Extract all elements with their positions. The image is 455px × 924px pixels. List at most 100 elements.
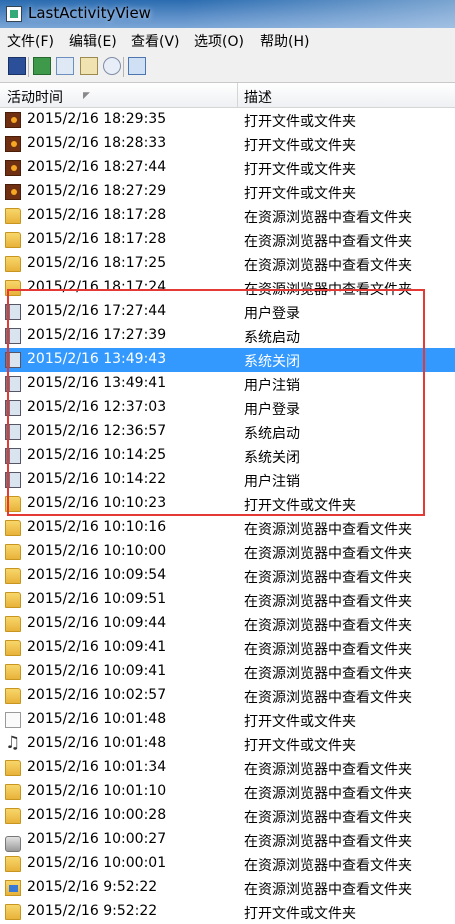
menu-file[interactable]: 文件(F): [7, 31, 54, 51]
activity-time: 2015/2/16 10:01:48: [27, 711, 167, 727]
menu-view[interactable]: 查看(V): [131, 31, 180, 51]
app-icon[interactable]: [6, 6, 22, 22]
activity-description: 在资源浏览器中查看文件夹: [244, 882, 412, 898]
activity-description: 打开文件或文件夹: [244, 162, 356, 178]
column-header-time-cell[interactable]: 活动时间 ◤: [0, 83, 238, 107]
system-event-icon: [5, 376, 21, 392]
table-row[interactable]: 2015/2/16 9:52:22 打开文件或文件夹: [0, 900, 455, 924]
menu-help[interactable]: 帮助(H): [260, 31, 309, 51]
system-event-icon: [5, 328, 21, 344]
activity-description: 在资源浏览器中查看文件夹: [244, 834, 412, 850]
activity-time: 2015/2/16 12:36:57: [27, 423, 167, 439]
table-row[interactable]: 2015/2/16 18:17:24 在资源浏览器中查看文件夹: [0, 276, 455, 300]
activity-time: 2015/2/16 10:14:25: [27, 447, 167, 463]
activity-description: 系统关闭: [244, 354, 300, 370]
save-icon[interactable]: [8, 57, 26, 75]
table-row[interactable]: 2015/2/16 10:10:23 打开文件或文件夹: [0, 492, 455, 516]
activity-description: 在资源浏览器中查看文件夹: [244, 618, 412, 634]
table-row[interactable]: 2015/2/16 10:02:57 在资源浏览器中查看文件夹: [0, 684, 455, 708]
exit-icon[interactable]: [128, 57, 146, 75]
folder-icon: [5, 592, 21, 608]
table-row[interactable]: 2015/2/16 10:14:22 用户注销: [0, 468, 455, 492]
activity-description: 打开文件或文件夹: [244, 114, 356, 130]
activity-description: 打开文件或文件夹: [244, 186, 356, 202]
activity-time: 2015/2/16 10:09:41: [27, 639, 167, 655]
table-row[interactable]: 2015/2/16 10:01:48 打开文件或文件夹: [0, 708, 455, 732]
activity-time: 2015/2/16 18:29:35: [27, 111, 167, 127]
activity-time: 2015/2/16 10:09:41: [27, 663, 167, 679]
copy-icon[interactable]: [56, 57, 74, 75]
activity-description: 系统启动: [244, 330, 300, 346]
table-row[interactable]: 2015/2/16 10:10:16 在资源浏览器中查看文件夹: [0, 516, 455, 540]
table-row[interactable]: 2015/2/16 12:37:03 用户登录: [0, 396, 455, 420]
activity-time: 2015/2/16 13:49:43: [27, 351, 167, 367]
activity-description: 在资源浏览器中查看文件夹: [244, 570, 412, 586]
table-row[interactable]: 2015/2/16 18:28:33 打开文件或文件夹: [0, 132, 455, 156]
activity-time: 2015/2/16 17:27:39: [27, 327, 167, 343]
activity-description: 在资源浏览器中查看文件夹: [244, 522, 412, 538]
toolbar: [0, 52, 455, 83]
column-header-desc[interactable]: 描述: [244, 87, 272, 107]
table-row[interactable]: 2015/2/16 18:29:35 打开文件或文件夹: [0, 108, 455, 132]
table-row[interactable]: 2015/2/16 18:27:29 打开文件或文件夹: [0, 180, 455, 204]
activity-description: 在资源浏览器中查看文件夹: [244, 282, 412, 298]
activity-time: 2015/2/16 12:37:03: [27, 399, 167, 415]
table-row[interactable]: 2015/2/16 12:36:57 系统启动: [0, 420, 455, 444]
menu-edit[interactable]: 编辑(E): [69, 31, 117, 51]
table-row[interactable]: 2015/2/16 10:00:27 在资源浏览器中查看文件夹: [0, 828, 455, 852]
table-row[interactable]: 2015/2/16 13:49:43 系统关闭: [0, 348, 455, 372]
folder-icon: [5, 616, 21, 632]
table-row[interactable]: 2015/2/16 10:09:41 在资源浏览器中查看文件夹: [0, 636, 455, 660]
menu-options[interactable]: 选项(O): [194, 31, 244, 51]
table-row[interactable]: 2015/2/16 18:17:28 在资源浏览器中查看文件夹: [0, 228, 455, 252]
activity-time: 2015/2/16 10:01:48: [27, 735, 167, 751]
activity-time: 2015/2/16 10:10:23: [27, 495, 167, 511]
column-header-time[interactable]: 活动时间: [7, 87, 63, 107]
table-row[interactable]: 2015/2/16 10:14:25 系统关闭: [0, 444, 455, 468]
activity-description: 用户登录: [244, 306, 300, 322]
activity-time: 2015/2/16 9:52:22: [27, 903, 158, 919]
table-row[interactable]: 2015/2/16 10:09:54 在资源浏览器中查看文件夹: [0, 564, 455, 588]
activity-description: 在资源浏览器中查看文件夹: [244, 642, 412, 658]
table-row[interactable]: 2015/2/16 9:52:22 在资源浏览器中查看文件夹: [0, 876, 455, 900]
table-row[interactable]: 2015/2/16 10:09:51 在资源浏览器中查看文件夹: [0, 588, 455, 612]
music-icon: [5, 733, 21, 753]
table-row[interactable]: 2015/2/16 10:01:34 在资源浏览器中查看文件夹: [0, 756, 455, 780]
table-row[interactable]: 2015/2/16 10:09:41 在资源浏览器中查看文件夹: [0, 660, 455, 684]
activity-description: 在资源浏览器中查看文件夹: [244, 594, 412, 610]
table-row[interactable]: 2015/2/16 17:27:44 用户登录: [0, 300, 455, 324]
system-event-icon: [5, 472, 21, 488]
activity-time: 2015/2/16 18:27:29: [27, 183, 167, 199]
refresh-icon[interactable]: [33, 57, 51, 75]
sort-arrow-icon: ◤: [83, 91, 90, 101]
table-row[interactable]: 2015/2/16 18:17:25 在资源浏览器中查看文件夹: [0, 252, 455, 276]
activity-description: 用户登录: [244, 402, 300, 418]
table-row[interactable]: 2015/2/16 10:09:44 在资源浏览器中查看文件夹: [0, 612, 455, 636]
find-icon[interactable]: [103, 57, 121, 75]
table-row[interactable]: 2015/2/16 10:10:00 在资源浏览器中查看文件夹: [0, 540, 455, 564]
table-row[interactable]: 2015/2/16 10:00:01 在资源浏览器中查看文件夹: [0, 852, 455, 876]
media-file-icon: [5, 136, 21, 152]
title-bar: LastActivityView: [0, 0, 455, 28]
system-event-icon: [5, 448, 21, 464]
activity-time: 2015/2/16 18:17:28: [27, 207, 167, 223]
table-row[interactable]: 2015/2/16 18:17:28 在资源浏览器中查看文件夹: [0, 204, 455, 228]
table-row[interactable]: 2015/2/16 10:00:28 在资源浏览器中查看文件夹: [0, 804, 455, 828]
folder-icon: [5, 784, 21, 800]
activity-time: 2015/2/16 13:49:41: [27, 375, 167, 391]
activity-list[interactable]: 2015/2/16 18:29:35 打开文件或文件夹 2015/2/16 18:2…: [0, 108, 455, 924]
activity-description: 在资源浏览器中查看文件夹: [244, 210, 412, 226]
folder-icon: [5, 904, 21, 920]
folder-icon: [5, 256, 21, 272]
table-row[interactable]: 2015/2/16 13:49:41 用户注销: [0, 372, 455, 396]
table-row[interactable]: 2015/2/16 17:27:39 系统启动: [0, 324, 455, 348]
table-row[interactable]: 2015/2/16 10:01:10 在资源浏览器中查看文件夹: [0, 780, 455, 804]
activity-description: 在资源浏览器中查看文件夹: [244, 546, 412, 562]
table-row[interactable]: 2015/2/16 10:01:48 打开文件或文件夹: [0, 732, 455, 756]
activity-description: 打开文件或文件夹: [244, 498, 356, 514]
toolbar-separator: [123, 57, 124, 77]
properties-icon[interactable]: [80, 57, 98, 75]
table-row[interactable]: 2015/2/16 18:27:44 打开文件或文件夹: [0, 156, 455, 180]
list-header: 活动时间 ◤ 描述: [0, 83, 455, 108]
activity-time: 2015/2/16 10:01:10: [27, 783, 167, 799]
